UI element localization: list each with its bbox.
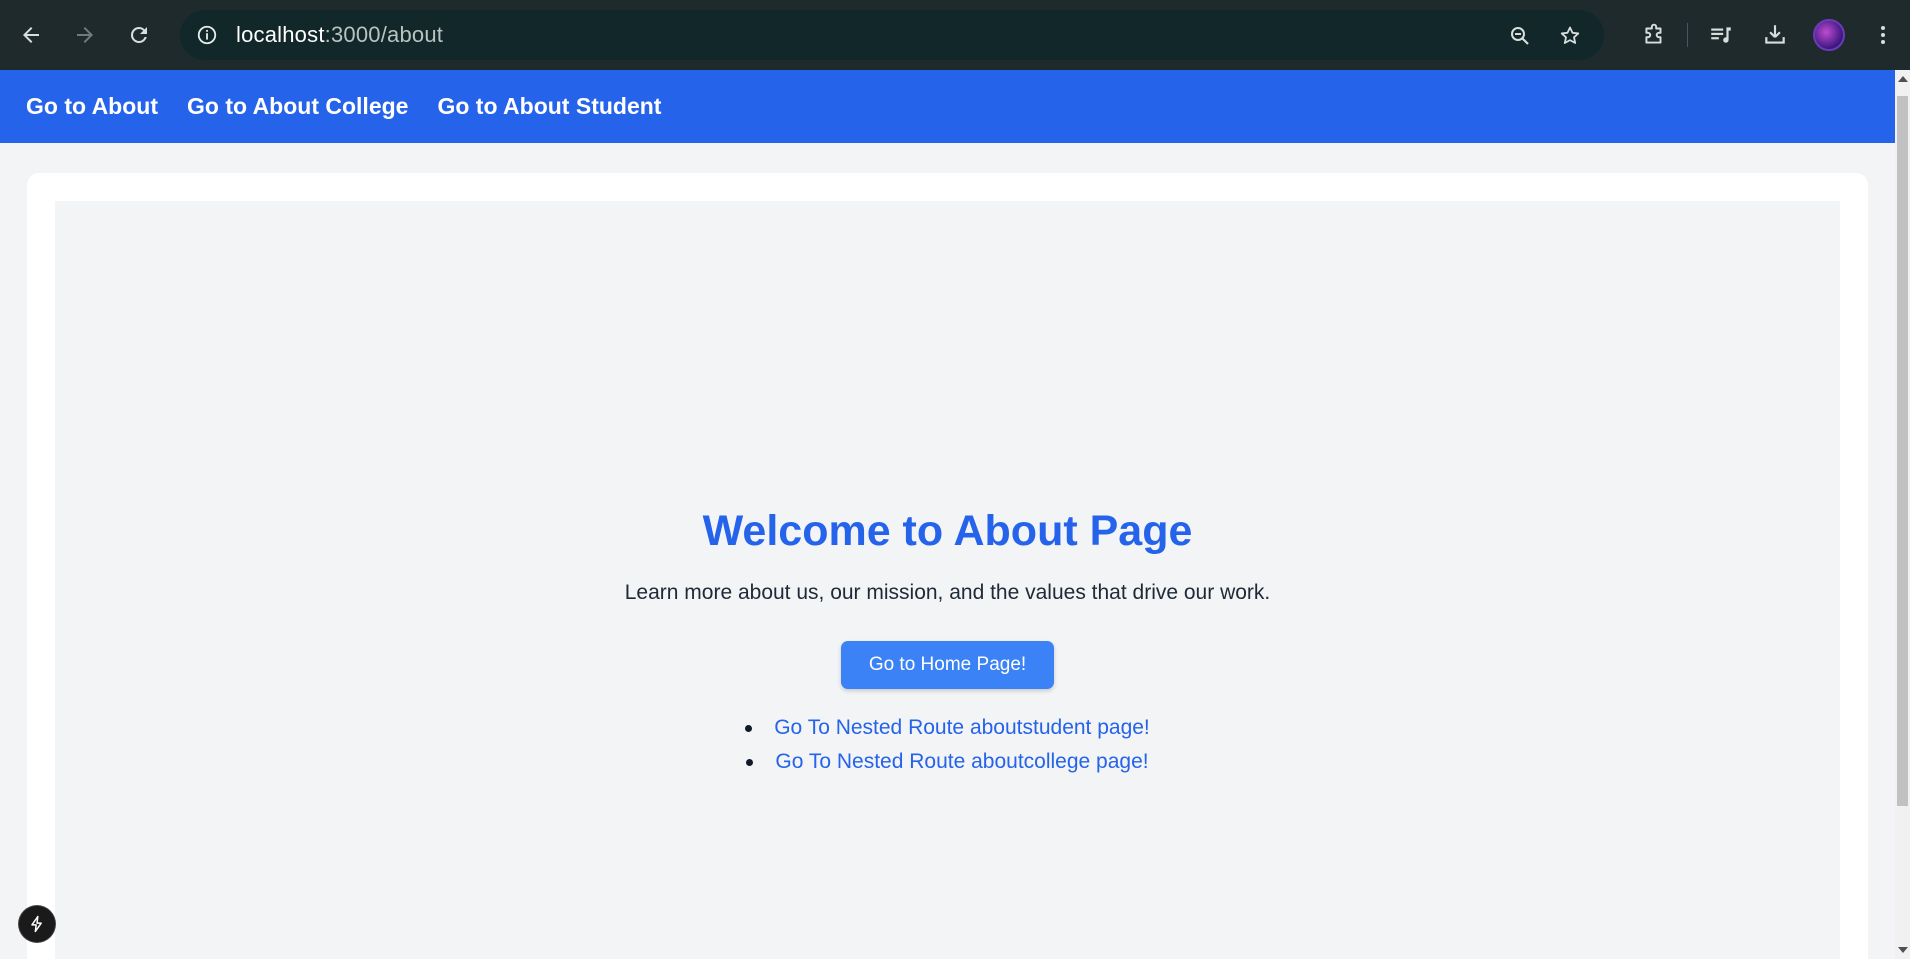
scroll-down-arrow[interactable] xyxy=(1898,947,1908,953)
page-scrollbar[interactable] xyxy=(1895,70,1910,959)
nav-link-about-college[interactable]: Go to About College xyxy=(187,93,408,120)
forward-icon xyxy=(77,27,93,43)
app-navbar: Go to About Go to About College Go to Ab… xyxy=(0,70,1895,143)
nested-link-aboutstudent[interactable]: Go To Nested Route aboutstudent page! xyxy=(774,716,1150,740)
nav-link-about[interactable]: Go to About xyxy=(26,93,158,120)
scrollbar-thumb[interactable] xyxy=(1897,96,1908,806)
zoom-icon xyxy=(1511,27,1529,45)
nested-links-list: Go To Nested Route aboutstudent page! Go… xyxy=(55,711,1840,779)
nested-link-aboutcollege[interactable]: Go To Nested Route aboutcollege page! xyxy=(775,750,1148,774)
profile-avatar xyxy=(1813,19,1845,51)
nextjs-dev-indicator-icon xyxy=(31,915,42,933)
page-subtitle: Learn more about us, our mission, and th… xyxy=(624,581,1271,604)
bookmark-star-icon xyxy=(1560,26,1580,44)
media-controls-button[interactable] xyxy=(1694,10,1748,60)
toolbar-separator xyxy=(1687,23,1688,47)
profile-button[interactable] xyxy=(1802,10,1856,60)
downloads-button[interactable] xyxy=(1748,10,1802,60)
about-section: Welcome to About Page Learn more about u… xyxy=(55,201,1840,959)
scroll-up-arrow[interactable] xyxy=(1898,76,1908,82)
bookmark-button[interactable] xyxy=(1552,18,1588,54)
page-title: Welcome to About Page xyxy=(702,507,1193,555)
reload-button[interactable] xyxy=(116,12,162,58)
address-bar[interactable]: localhost:3000/about xyxy=(180,10,1604,60)
list-item: Go To Nested Route aboutcollege page! xyxy=(55,745,1840,779)
go-home-button[interactable]: Go to Home Page! xyxy=(841,641,1054,689)
more-menu-button[interactable] xyxy=(1856,10,1910,60)
back-button[interactable] xyxy=(8,12,54,58)
content-card: Welcome to About Page Learn more about u… xyxy=(27,173,1868,959)
download-icon xyxy=(1765,25,1785,44)
site-info-button[interactable] xyxy=(192,20,222,50)
site-info-icon xyxy=(197,25,217,45)
list-item: Go To Nested Route aboutstudent page! xyxy=(55,711,1840,745)
url-path: :3000/about xyxy=(324,22,444,47)
nextjs-dev-indicator[interactable] xyxy=(19,906,55,942)
extensions-icon xyxy=(1645,23,1662,44)
browser-actions xyxy=(1627,10,1910,60)
url-text[interactable]: localhost:3000/about xyxy=(236,22,443,48)
browser-toolbar: localhost:3000/about xyxy=(0,0,1910,70)
bullet xyxy=(746,758,754,766)
reload-icon xyxy=(130,26,147,43)
bullet xyxy=(745,724,753,732)
nav-link-about-student[interactable]: Go to About Student xyxy=(437,93,661,120)
url-host: localhost xyxy=(236,22,325,47)
back-icon xyxy=(23,27,39,43)
forward-button[interactable] xyxy=(62,12,108,58)
extensions-button[interactable] xyxy=(1627,10,1681,60)
media-controls-icon xyxy=(1711,27,1731,43)
zoom-button[interactable] xyxy=(1502,18,1538,54)
omnibox-actions xyxy=(1502,18,1588,54)
more-menu-icon xyxy=(1881,26,1885,44)
